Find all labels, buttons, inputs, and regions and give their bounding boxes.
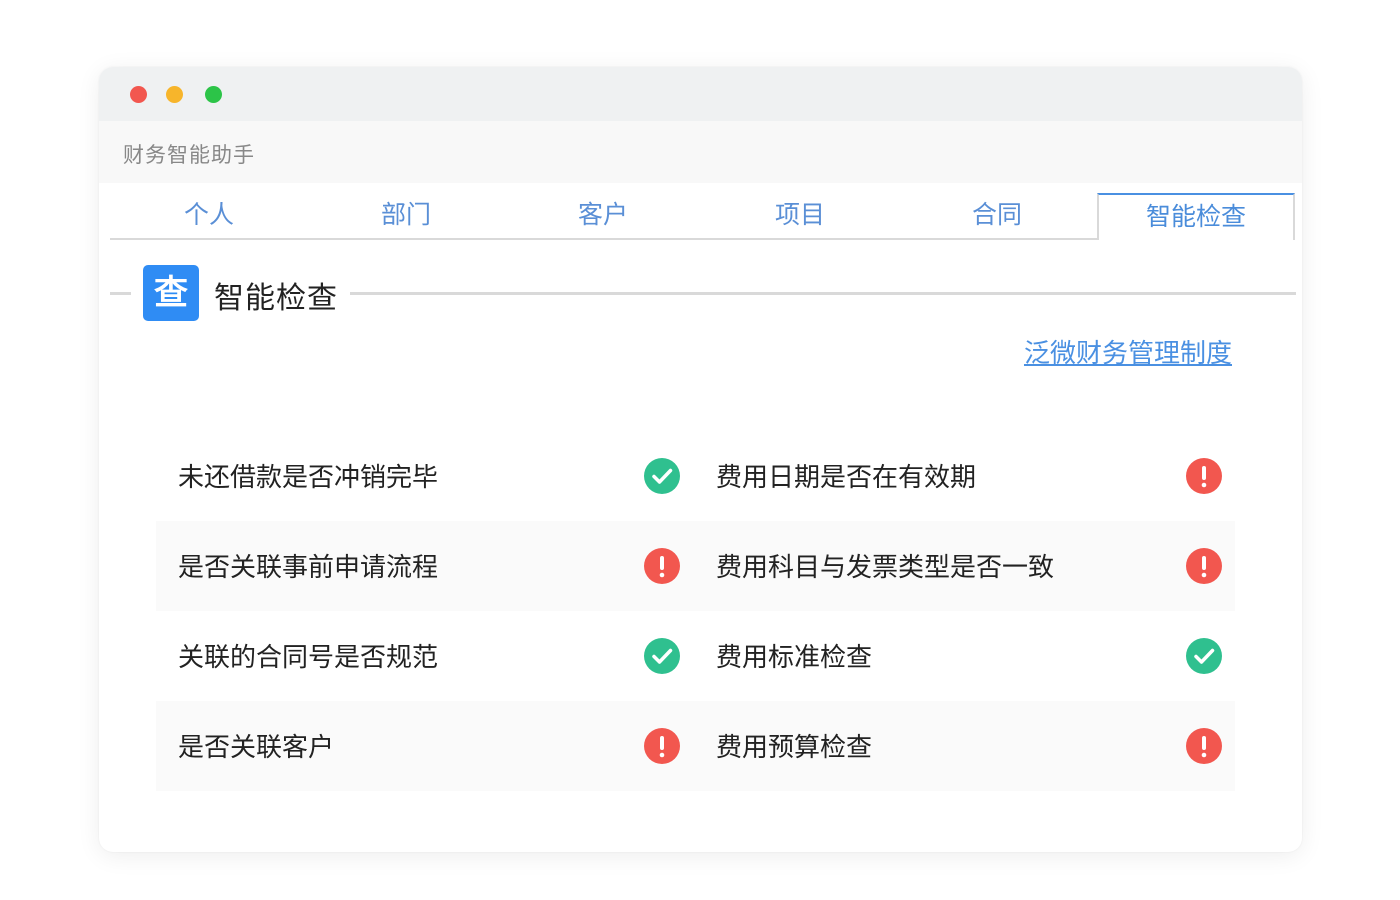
warning-icon xyxy=(644,548,680,584)
check-item: 未还借款是否冲销完毕 xyxy=(156,431,696,521)
check-label: 费用预算检查 xyxy=(716,733,873,763)
check-list: 未还借款是否冲销完毕 费用日期是否在有效期 是否关联事前申请流程 费用科目与发票… xyxy=(156,431,1235,791)
tab-project[interactable]: 项目 xyxy=(701,193,899,238)
warning-icon xyxy=(1186,728,1222,764)
window-titlebar xyxy=(99,67,1302,121)
check-label: 关联的合同号是否规范 xyxy=(178,643,439,673)
tab-smart-check[interactable]: 智能检查 xyxy=(1097,193,1295,240)
tab-customer[interactable]: 客户 xyxy=(504,193,702,238)
check-item: 费用日期是否在有效期 xyxy=(696,431,1235,521)
app-header: 财务智能助手 xyxy=(99,121,1302,183)
section-divider-left xyxy=(110,292,131,295)
check-label: 是否关联客户 xyxy=(178,733,335,763)
check-ok-icon xyxy=(1186,638,1222,674)
app-title: 财务智能助手 xyxy=(123,143,255,167)
check-label: 费用科目与发票类型是否一致 xyxy=(716,553,1055,583)
tab-contract[interactable]: 合同 xyxy=(898,193,1096,238)
check-ok-icon xyxy=(644,638,680,674)
check-item: 是否关联事前申请流程 xyxy=(156,521,696,611)
search-doc-icon: 查 xyxy=(143,265,199,321)
tab-personal[interactable]: 个人 xyxy=(110,193,308,238)
warning-icon xyxy=(1186,548,1222,584)
app-window: 财务智能助手 个人 部门 客户 项目 合同 智能检查 查 智能检查 泛微财务管理… xyxy=(99,67,1302,852)
check-row: 是否关联客户 费用预算检查 xyxy=(156,701,1235,791)
check-item: 费用标准检查 xyxy=(696,611,1235,701)
check-item: 费用科目与发票类型是否一致 xyxy=(696,521,1235,611)
check-label: 是否关联事前申请流程 xyxy=(178,553,439,583)
check-row: 是否关联事前申请流程 费用科目与发票类型是否一致 xyxy=(156,521,1235,611)
check-ok-icon xyxy=(644,458,680,494)
tab-bar: 个人 部门 客户 项目 合同 智能检查 xyxy=(110,193,1295,240)
close-window-button[interactable] xyxy=(130,86,147,103)
warning-icon xyxy=(1186,458,1222,494)
tab-department[interactable]: 部门 xyxy=(307,193,505,238)
check-item: 是否关联客户 xyxy=(156,701,696,791)
section-title: 智能检查 xyxy=(214,281,338,316)
section-divider-right xyxy=(350,292,1296,295)
check-row: 未还借款是否冲销完毕 费用日期是否在有效期 xyxy=(156,431,1235,521)
maximize-window-button[interactable] xyxy=(205,86,222,103)
check-item: 关联的合同号是否规范 xyxy=(156,611,696,701)
check-label: 费用标准检查 xyxy=(716,643,873,673)
minimize-window-button[interactable] xyxy=(166,86,183,103)
check-item: 费用预算检查 xyxy=(696,701,1235,791)
check-label: 未还借款是否冲销完毕 xyxy=(178,463,439,493)
check-row: 关联的合同号是否规范 费用标准检查 xyxy=(156,611,1235,701)
finance-policy-link[interactable]: 泛微财务管理制度 xyxy=(1024,333,1232,370)
check-label: 费用日期是否在有效期 xyxy=(716,463,977,493)
warning-icon xyxy=(644,728,680,764)
section-header: 查 智能检查 xyxy=(110,263,1296,323)
